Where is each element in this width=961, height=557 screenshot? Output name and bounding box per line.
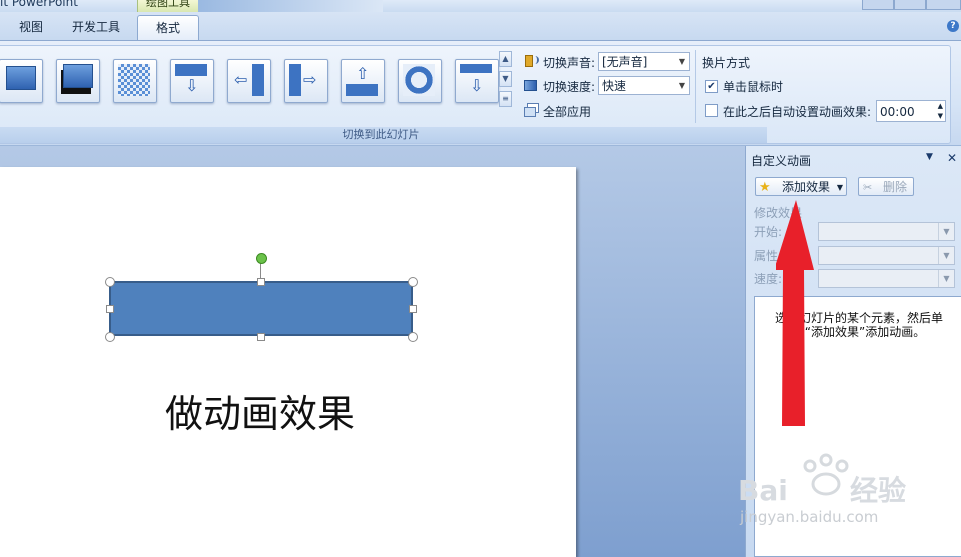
ribbon-group-label: 切换到此幻灯片 <box>0 127 767 143</box>
auto-after-time-spinner[interactable]: 00:00 ▲ ▼ <box>876 100 946 122</box>
close-window-button[interactable] <box>926 0 961 10</box>
apply-all-button[interactable]: 全部应用 <box>543 103 591 120</box>
sound-icon <box>523 53 539 69</box>
apply-all-icon <box>523 102 539 118</box>
title-gradient-band <box>198 0 383 12</box>
transition-speed-label: 切换速度: <box>543 80 596 94</box>
ribbon-tab-row: 视图 开发工具 格式 ? <box>0 12 961 41</box>
resize-handle-top-left[interactable] <box>105 277 115 287</box>
transition-none-icon[interactable] <box>0 59 43 103</box>
chevron-down-icon: ▼ <box>678 57 686 66</box>
annotation-arrow-icon <box>776 200 814 426</box>
spin-up-icon[interactable]: ▲ <box>938 102 943 111</box>
on-click-label: 单击鼠标时 <box>723 80 784 94</box>
transition-sound-label: 切换声音: <box>543 56 596 70</box>
speed-icon <box>523 77 539 93</box>
chevron-down-icon: ▼ <box>938 223 954 240</box>
speed-dropdown[interactable]: ▼ <box>818 269 955 288</box>
chevron-down-icon: ▼ <box>938 247 954 264</box>
transition-cover-down-icon[interactable]: ⇩ <box>170 59 214 103</box>
resize-handle-bottom-right[interactable] <box>408 332 418 342</box>
resize-handle-bottom[interactable] <box>257 333 265 341</box>
add-effect-label: 添加效果 <box>782 180 831 194</box>
tab-view[interactable]: 视图 <box>6 15 56 39</box>
svg-text:Bai: Bai <box>738 474 788 507</box>
ribbon-group-transition: ⇩ ⇦ ⇨ ⇧ ⇩ ▲ ▼ ≡ 切换声音: [无声音] ▼ 切换速度: 快速 ▼… <box>0 45 951 144</box>
maximize-button[interactable] <box>894 0 926 10</box>
task-pane-title: 自定义动画 <box>751 154 812 168</box>
transition-push-down-icon[interactable]: ⇩ <box>455 59 499 103</box>
slide-workspace: 做动画效果 <box>0 146 745 557</box>
close-icon[interactable]: ✕ <box>947 151 957 165</box>
chevron-down-icon: ▼ <box>836 183 843 192</box>
rectangle-shape[interactable] <box>109 281 413 336</box>
resize-handle-bottom-left[interactable] <box>105 332 115 342</box>
arrow-shape <box>776 200 814 426</box>
rotation-handle[interactable] <box>256 253 267 264</box>
svg-text:经验: 经验 <box>850 474 906 507</box>
advance-slide-title: 换片方式 <box>702 56 751 70</box>
transition-sound-value: [无声音] <box>602 55 648 69</box>
slide-canvas[interactable]: 做动画效果 <box>0 167 576 557</box>
gallery-more-icon[interactable]: ≡ <box>499 91 512 107</box>
ribbon: ⇩ ⇦ ⇨ ⇧ ⇩ ▲ ▼ ≡ 切换声音: [无声音] ▼ 切换速度: 快速 ▼… <box>0 41 961 146</box>
context-tab-drawing-tools[interactable]: 绘图工具 <box>137 0 199 12</box>
auto-after-time-value: 00:00 <box>880 105 915 119</box>
add-effect-button[interactable]: ★ 添加效果 ▼ <box>755 177 847 196</box>
resize-handle-top-right[interactable] <box>408 277 418 287</box>
app-title: it PowerPoint <box>0 0 78 9</box>
resize-handle-top[interactable] <box>257 278 265 286</box>
resize-handle-right[interactable] <box>409 305 417 313</box>
chevron-down-icon: ▼ <box>678 81 686 90</box>
delete-label: 删除 <box>883 180 908 194</box>
transition-fade-black-icon[interactable] <box>56 59 100 103</box>
transition-wheel-icon[interactable] <box>398 59 442 103</box>
transition-cover-right-icon[interactable]: ⇨ <box>284 59 328 103</box>
baidu-watermark-logo: Bai 经验 <box>738 453 906 507</box>
minimize-button[interactable] <box>862 0 894 10</box>
transition-cover-up-icon[interactable]: ⇧ <box>341 59 385 103</box>
delete-icon: ✂ <box>863 181 873 194</box>
slide-text-box[interactable]: 做动画效果 <box>140 383 380 438</box>
ribbon-separator <box>695 50 696 123</box>
property-dropdown[interactable]: ▼ <box>818 246 955 265</box>
star-icon: ★ <box>759 180 771 195</box>
auto-after-label: 在此之后自动设置动画效果: <box>723 105 872 119</box>
transition-dissolve-icon[interactable] <box>113 59 157 103</box>
tab-format[interactable]: 格式 <box>137 15 199 40</box>
gallery-scroll-down-icon[interactable]: ▼ <box>499 71 512 87</box>
gallery-scroll-up-icon[interactable]: ▲ <box>499 51 512 67</box>
transition-sound-dropdown[interactable]: [无声音] ▼ <box>598 52 690 71</box>
transition-speed-dropdown[interactable]: 快速 ▼ <box>598 76 690 95</box>
watermark-url: jingyan.baidu.com <box>740 508 879 526</box>
spin-down-icon[interactable]: ▼ <box>938 112 943 121</box>
tab-developer[interactable]: 开发工具 <box>62 15 130 39</box>
transition-cover-left-icon[interactable]: ⇦ <box>227 59 271 103</box>
help-icon[interactable]: ? <box>947 20 959 32</box>
resize-handle-left[interactable] <box>106 305 114 313</box>
transition-speed-value: 快速 <box>602 79 627 93</box>
auto-after-checkbox[interactable] <box>705 104 718 117</box>
start-dropdown[interactable]: ▼ <box>818 222 955 241</box>
pane-menu-icon[interactable]: ▼ <box>926 152 933 162</box>
title-bar: it PowerPoint 绘图工具 <box>0 0 961 12</box>
chevron-down-icon: ▼ <box>938 270 954 287</box>
on-click-checkbox[interactable]: ✔ <box>705 80 718 93</box>
delete-button[interactable]: ✂ 删除 <box>858 177 914 196</box>
